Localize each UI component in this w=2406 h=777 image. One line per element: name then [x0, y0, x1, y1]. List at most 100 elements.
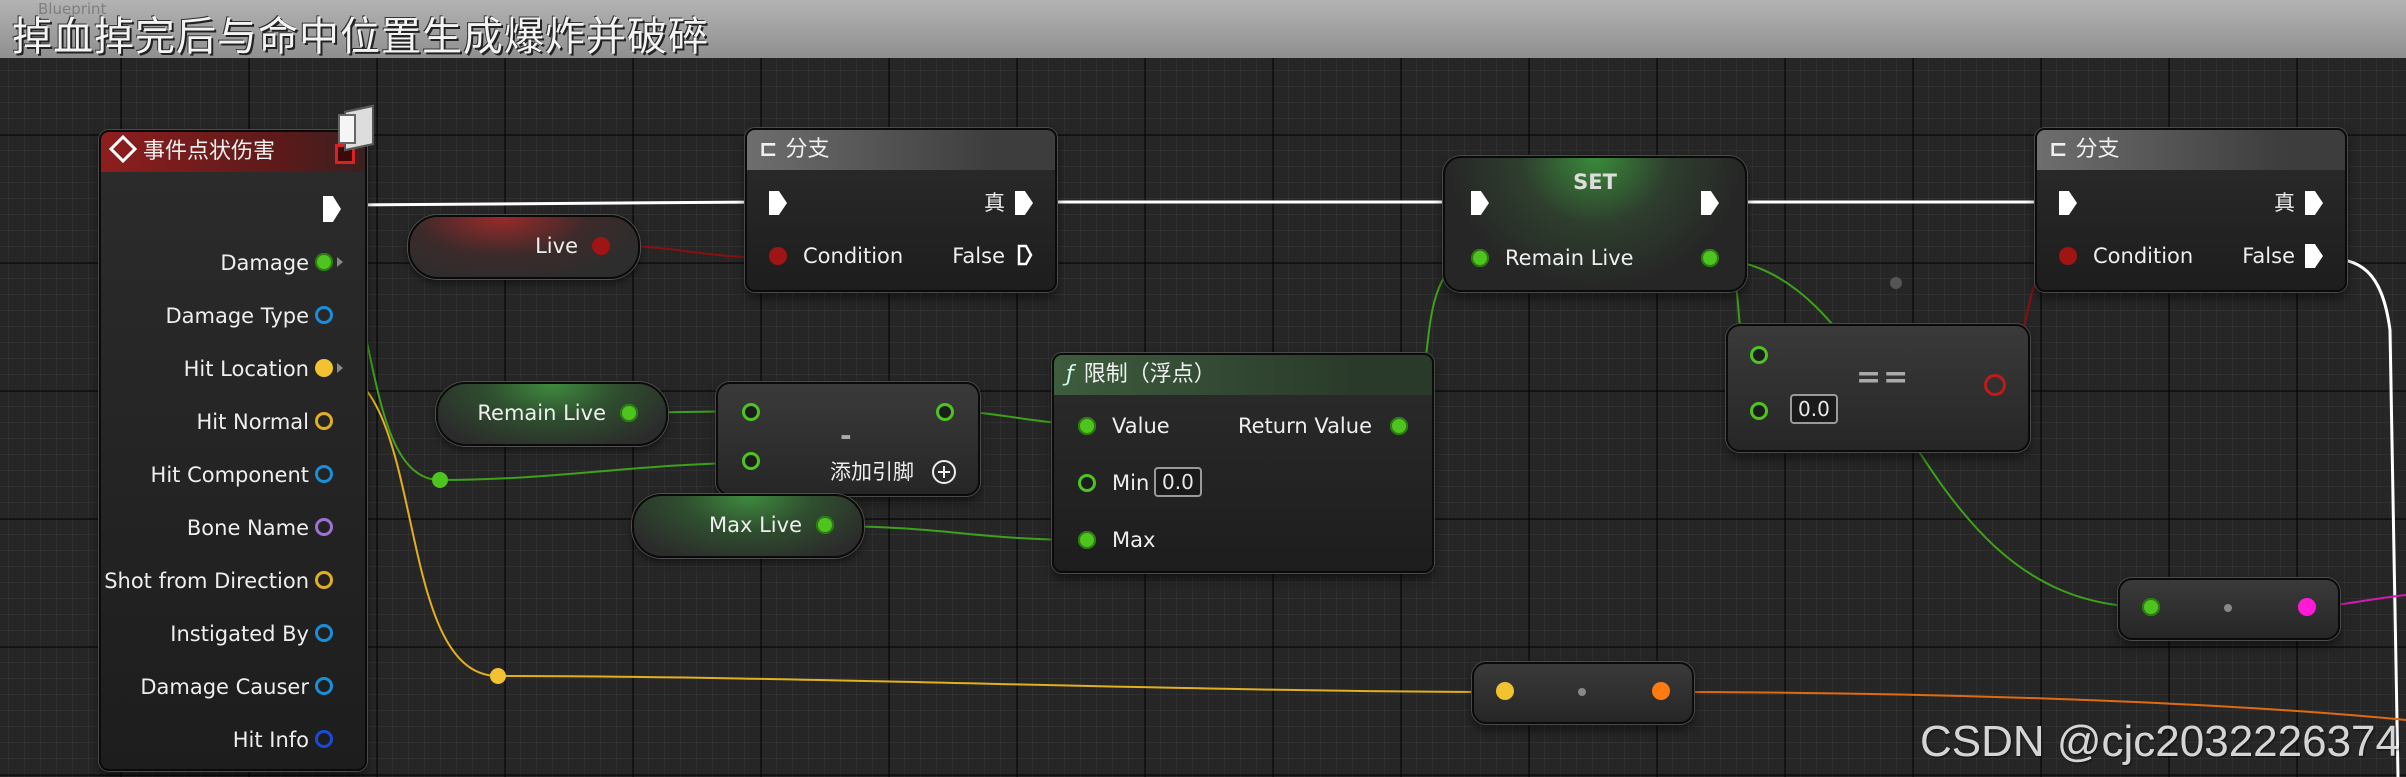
pin-arrow-icon: [337, 363, 343, 373]
pin-label-damage-type: Damage Type: [165, 304, 309, 328]
set-remain-live-node[interactable]: SET Remain Live: [1443, 156, 1747, 292]
pin-label-hit-normal: Hit Normal: [196, 410, 309, 434]
clamp-float-node[interactable]: ƒ 限制（浮点） Value Return Value Min 0.0 Max: [1052, 353, 1434, 573]
branch1-false-exec-pin[interactable]: [1017, 244, 1033, 266]
hit-component-pin[interactable]: [315, 465, 333, 483]
damage-pin[interactable]: [315, 253, 333, 271]
live-variable-node[interactable]: Live: [408, 215, 640, 279]
event-node-header[interactable]: 事件点状伤害: [101, 132, 365, 172]
equals-output-pin[interactable]: [1984, 374, 2006, 396]
add-pin-icon[interactable]: [932, 460, 956, 484]
branch-node-2-header[interactable]: ⊏ 分支: [2037, 130, 2345, 170]
live-output-pin[interactable]: [592, 237, 610, 255]
event-node-title: 事件点状伤害: [143, 139, 276, 164]
watermark: CSDN @cjc2032226374: [1919, 717, 2400, 766]
pin-label-damage-causer: Damage Causer: [140, 675, 309, 699]
conversion-vector-input-pin[interactable]: [1496, 682, 1514, 700]
float-wire: [439, 462, 753, 481]
branch2-true-exec-pin[interactable]: [2305, 191, 2323, 215]
pin-label-hit-location: Hit Location: [183, 357, 309, 381]
conversion-dot-icon: [2224, 604, 2232, 612]
clamp-min-pin[interactable]: [1078, 474, 1096, 492]
conversion-input-pin[interactable]: [2142, 598, 2160, 616]
conversion-node-vector[interactable]: [1472, 662, 1694, 724]
clamp-return-label: Return Value: [1237, 414, 1372, 438]
reroute-knot: [432, 472, 448, 488]
hit-location-pin[interactable]: [315, 359, 333, 377]
damage-type-pin[interactable]: [315, 306, 333, 324]
bone-name-pin[interactable]: [315, 518, 333, 536]
equals-node[interactable]: 0.0 ==: [1726, 324, 2030, 452]
clamp-node-title: 限制（浮点）: [1083, 362, 1216, 387]
pin-label-damage: Damage: [220, 251, 309, 275]
reroute-knot: [490, 668, 506, 684]
remain-live-variable-node[interactable]: Remain Live: [436, 382, 668, 446]
set-pin-label: Remain Live: [1505, 246, 1634, 270]
clamp-min-input[interactable]: 0.0: [1154, 467, 1202, 497]
subtract-operator: -: [840, 419, 852, 452]
max-live-output-pin[interactable]: [816, 516, 834, 534]
branch-node-2-title: 分支: [2075, 137, 2120, 162]
conversion-vector-output-pin[interactable]: [1652, 682, 1670, 700]
max-live-variable-label: Max Live: [709, 513, 802, 537]
branch1-exec-in-pin[interactable]: [769, 191, 787, 215]
branch1-condition-label: Condition: [803, 244, 904, 268]
subtract-node[interactable]: - 添加引脚: [716, 382, 980, 496]
event-diamond-icon: [108, 134, 138, 164]
set-input-pin[interactable]: [1471, 249, 1489, 267]
pin-label-instigated-by: Instigated By: [170, 622, 309, 646]
clamp-node-header[interactable]: ƒ 限制（浮点）: [1054, 355, 1432, 395]
max-live-variable-node[interactable]: Max Live: [632, 494, 864, 558]
hit-info-pin[interactable]: [315, 730, 333, 748]
exec-wire: [2321, 256, 2400, 777]
clamp-return-pin[interactable]: [1390, 417, 1408, 435]
add-pin-label[interactable]: 添加引脚: [830, 460, 914, 484]
branch-node-1-header[interactable]: ⊏ 分支: [747, 130, 1055, 170]
hit-normal-pin[interactable]: [315, 412, 333, 430]
clamp-min-label: Min: [1112, 471, 1150, 495]
equals-input-b-pin[interactable]: [1750, 402, 1768, 420]
branch1-true-exec-pin[interactable]: [1015, 191, 1033, 215]
function-icon: ƒ: [1066, 362, 1074, 387]
set-exec-in-pin[interactable]: [1471, 191, 1489, 215]
damage-causer-pin[interactable]: [315, 677, 333, 695]
equals-operator: ==: [1856, 360, 1911, 395]
event-point-damage-node[interactable]: 事件点状伤害 Damage Damage Type Hit Location H…: [99, 130, 367, 771]
set-output-pin[interactable]: [1701, 249, 1719, 267]
branch-node-1[interactable]: ⊏ 分支 真 Condition False: [745, 128, 1057, 292]
conversion-node-float[interactable]: [2118, 578, 2340, 640]
branch1-condition-pin[interactable]: [769, 247, 787, 265]
branch-icon: ⊏: [759, 137, 778, 162]
branch-icon: ⊏: [2049, 137, 2068, 162]
pin-label-shot-direction: Shot from Direction: [104, 569, 309, 593]
graph-title: 掉血掉完后与命中位置生成爆炸并破碎: [12, 14, 709, 60]
branch2-exec-in-pin[interactable]: [2059, 191, 2077, 215]
remain-live-output-pin[interactable]: [620, 404, 638, 422]
pin-label-hit-component: Hit Component: [150, 463, 309, 487]
branch2-condition-pin[interactable]: [2059, 247, 2077, 265]
set-node-title: SET: [1573, 170, 1617, 194]
equals-input-b-value[interactable]: 0.0: [1790, 394, 1838, 424]
branch-node-2[interactable]: ⊏ 分支 真 Condition False: [2035, 128, 2347, 292]
conversion-dot-icon: [1578, 688, 1586, 696]
exec-out-pin[interactable]: [323, 196, 341, 222]
pin-label-hit-info: Hit Info: [232, 728, 309, 752]
shot-direction-pin[interactable]: [315, 571, 333, 589]
subtract-output-pin[interactable]: [936, 403, 954, 421]
point-damage-icon: [336, 104, 380, 152]
equals-input-a-pin[interactable]: [1750, 346, 1768, 364]
instigated-by-pin[interactable]: [315, 624, 333, 642]
clamp-value-label: Value: [1112, 414, 1170, 438]
clamp-max-pin[interactable]: [1078, 531, 1096, 549]
branch2-true-label: 真: [2274, 191, 2295, 215]
branch2-false-exec-pin[interactable]: [2305, 244, 2323, 268]
orange-wire: [1655, 691, 2406, 721]
live-variable-label: Live: [535, 234, 578, 258]
subtract-input-a-pin[interactable]: [742, 403, 760, 421]
set-exec-out-pin[interactable]: [1701, 191, 1719, 215]
branch1-true-label: 真: [984, 191, 1005, 215]
conversion-output-pin[interactable]: [2298, 598, 2316, 616]
subtract-input-b-pin[interactable]: [742, 452, 760, 470]
exec-wire: [344, 200, 766, 207]
clamp-value-pin[interactable]: [1078, 417, 1096, 435]
